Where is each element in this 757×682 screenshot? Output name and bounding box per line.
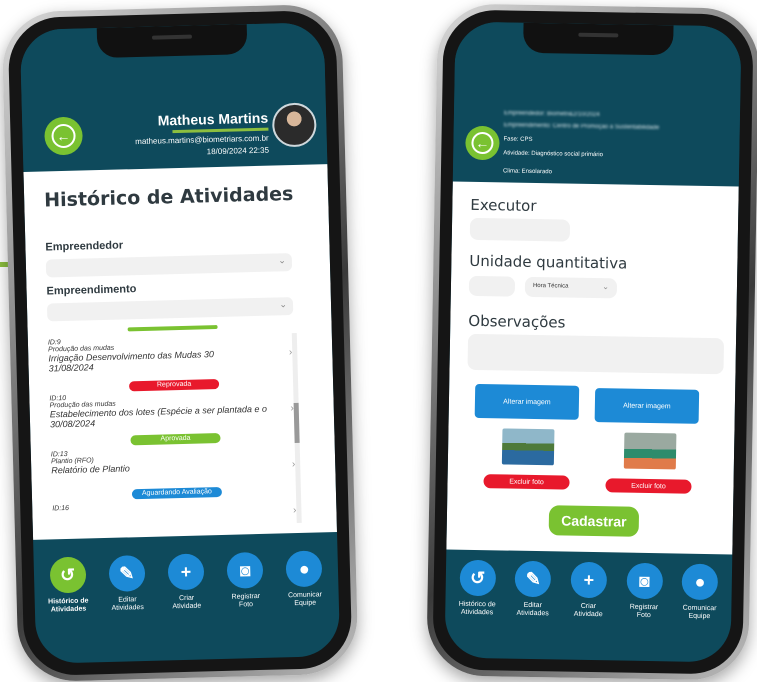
scrollbar-thumb[interactable]	[293, 402, 300, 444]
empreendimento-label: Empreendimento	[46, 283, 137, 298]
empreendimento-select[interactable]: ⌄	[46, 297, 294, 322]
empreendedor-select[interactable]: ⌄	[45, 253, 293, 278]
user-email: matheus.martins@biometriars.com.br	[135, 133, 269, 147]
activity-form-screen: Empreendedor: Biometri&2/10/2024 Empreen…	[444, 21, 742, 663]
nav-label: Comunicar Equipe	[682, 604, 717, 620]
phone-notch	[96, 24, 248, 59]
pencil-icon: ✎	[514, 560, 552, 598]
main-content: Executor Unidade quantitativa Hora Técni…	[446, 181, 739, 555]
status-badge: Aprovada	[130, 432, 221, 446]
list-item[interactable]: ID:10 Produção das mudas Estabelecimento…	[49, 389, 294, 429]
pencil-icon: ✎	[108, 555, 146, 592]
meta-fase: Fase: CPS	[503, 136, 533, 143]
plus-icon: +	[167, 553, 205, 591]
nav-history[interactable]: ↺ Histórico de Atividades	[40, 556, 95, 614]
nav-label: Registrar Foto	[629, 603, 659, 619]
activity-history-screen: ← Matheus Martins matheus.martins@biomet…	[19, 22, 341, 664]
meta-empreendimento: Empreendimento: Centro de Promoção a Sus…	[503, 122, 660, 132]
activity-id: ID:16	[52, 504, 70, 513]
meta-empreendedor: Empreendedor: Biometri&2/10/2024	[503, 110, 600, 119]
nav-label: Criar Atividade	[573, 602, 603, 618]
chevron-down-icon: ⌄	[602, 282, 610, 292]
activity-list: ID:9 Produção das mudas Irrigação Desenv…	[48, 325, 303, 526]
history-icon: ↺	[459, 559, 496, 597]
phone-left: ← Matheus Martins matheus.martins@biomet…	[1, 3, 359, 682]
empreendedor-label: Empreendedor	[45, 239, 124, 254]
list-item[interactable]: ID:13 Plantio (RFO) Relatório de Plantio…	[51, 445, 296, 475]
nav-label: Registrar Foto	[231, 592, 261, 609]
unit-select[interactable]: Hora Técnica ⌄	[524, 276, 618, 299]
nav-edit[interactable]: ✎ Editar Atividades	[99, 555, 154, 613]
submit-button[interactable]: Cadastrar	[548, 505, 640, 537]
executor-label: Executor	[470, 195, 537, 215]
chat-icon: ●	[285, 550, 323, 588]
list-item[interactable]: ID:9 Produção das mudas Irrigação Desenv…	[48, 333, 293, 373]
user-underline	[172, 127, 269, 134]
phone-notch	[523, 22, 674, 56]
back-button[interactable]: ←	[465, 125, 500, 161]
nav-communicate[interactable]: ● Comunicar Equipe	[277, 550, 332, 608]
nav-create[interactable]: + Criar Atividade	[159, 553, 214, 611]
camera-icon: ◙	[626, 562, 663, 600]
unidade-label: Unidade quantitativa	[469, 251, 628, 273]
back-button[interactable]: ←	[44, 116, 84, 156]
bottom-nav: ↺ Histórico de Atividades ✎ Editar Ativi…	[445, 559, 732, 620]
bottom-nav: ↺ Histórico de Atividades ✎ Editar Ativi…	[34, 550, 339, 614]
arrow-left-icon: ←	[51, 123, 76, 149]
user-name: Matheus Martins	[157, 109, 269, 129]
nav-label: Criar Atividade	[172, 594, 202, 610]
alter-image-button[interactable]: Alterar imagem	[594, 388, 700, 424]
nav-label: Editar Atividades	[111, 596, 144, 612]
list-item[interactable]: ID:16 ›	[52, 499, 296, 516]
photo-thumbnail	[623, 432, 677, 470]
nav-history[interactable]: ↺ Histórico de Atividades	[450, 559, 505, 617]
delete-photo-button[interactable]: Excluir foto	[483, 474, 570, 490]
nav-label: Editar Atividades	[516, 601, 549, 617]
nav-edit[interactable]: ✎ Editar Atividades	[506, 560, 561, 618]
nav-create[interactable]: + Criar Atividade	[561, 561, 616, 618]
photo-thumbnail	[501, 428, 555, 466]
avatar	[271, 102, 317, 148]
user-datetime: 18/09/2024 22:35	[206, 145, 270, 157]
nav-communicate[interactable]: ● Comunicar Equipe	[672, 563, 727, 620]
meta-clima: Clima: Ensolarado	[502, 168, 553, 176]
quantity-field[interactable]	[468, 275, 516, 297]
chat-icon: ●	[681, 563, 719, 601]
unit-select-value: Hora Técnica	[532, 282, 569, 290]
observacoes-label: Observações	[468, 311, 566, 332]
phone-right: Empreendedor: Biometri&2/10/2024 Empreen…	[426, 3, 757, 681]
nav-label: Histórico de Atividades	[48, 597, 89, 614]
status-badge: Reprovada	[128, 378, 220, 392]
chevron-down-icon: ⌄	[278, 255, 286, 266]
meta-atividade: Atividade: Diagnóstico social primário	[503, 150, 604, 159]
arrow-left-icon: ←	[471, 131, 494, 155]
alter-image-button[interactable]: Alterar imagem	[474, 383, 580, 420]
plus-icon: +	[570, 561, 608, 599]
main-content: Histórico de Atividades Empreendedor ⌄ E…	[23, 164, 338, 540]
nav-label: Histórico de Atividades	[458, 600, 496, 616]
status-badge: Aguardando Avaliação	[131, 486, 223, 500]
chevron-down-icon: ⌄	[279, 299, 288, 310]
nav-photo[interactable]: ◙ Registrar Foto	[617, 562, 672, 619]
nav-label: Comunicar Equipe	[287, 591, 322, 607]
nav-photo[interactable]: ◙ Registrar Foto	[218, 551, 273, 610]
delete-photo-button[interactable]: Excluir foto	[605, 478, 692, 494]
history-icon: ↺	[49, 556, 87, 594]
observacoes-field[interactable]	[467, 333, 725, 375]
executor-field[interactable]	[469, 217, 571, 242]
camera-icon: ◙	[226, 551, 264, 589]
page-title: Histórico de Atividades	[43, 182, 294, 212]
